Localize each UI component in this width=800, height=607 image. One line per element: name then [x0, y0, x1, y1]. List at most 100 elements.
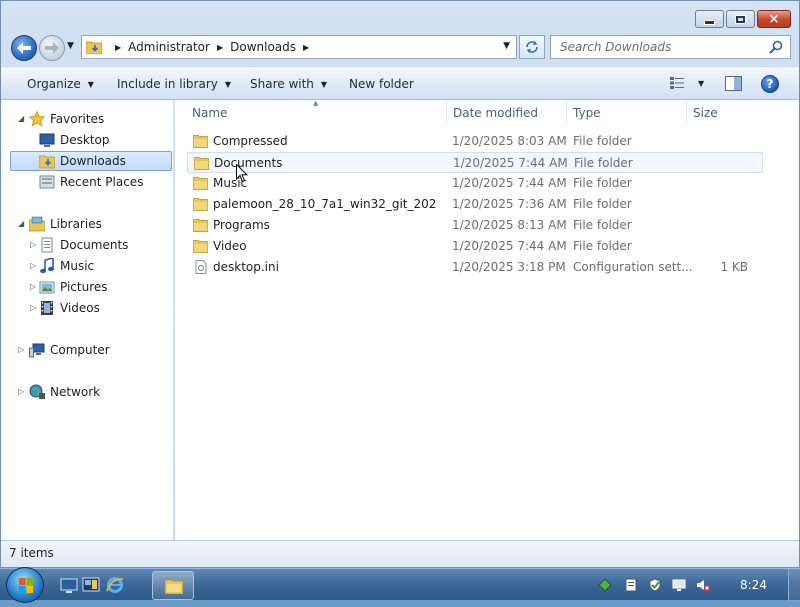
forward-button[interactable]: [39, 35, 65, 61]
file-row[interactable]: Documents 1/20/2025 7:44 AM File folder: [187, 152, 763, 173]
expand-arrow-icon[interactable]: ▷: [18, 345, 24, 354]
volume-muted-icon[interactable]: [696, 578, 710, 592]
recent-places-icon: [39, 175, 55, 189]
include-in-library-label: Include in library: [117, 77, 218, 91]
search-input[interactable]: [558, 39, 758, 55]
file-row[interactable]: Music 1/20/2025 7:44 AM File folder: [187, 173, 763, 194]
file-date-modified: 1/20/2025 8:03 AM: [452, 134, 567, 148]
nav-item-pictures[interactable]: Pictures: [39, 277, 108, 297]
file-type: File folder: [573, 239, 632, 253]
breadcrumb-downloads[interactable]: Downloads: [230, 40, 296, 54]
column-header-type[interactable]: Type: [573, 106, 601, 120]
maximize-icon: [735, 14, 746, 24]
taskbar-explorer-window[interactable]: [152, 571, 194, 600]
column-divider[interactable]: [566, 102, 567, 124]
file-date-modified: 1/20/2025 7:44 AM: [452, 239, 567, 253]
nav-libraries-label: Libraries: [50, 217, 102, 231]
expand-arrow-icon[interactable]: ▷: [30, 282, 36, 291]
display-tray-icon[interactable]: [672, 578, 686, 592]
nav-item-music[interactable]: Music: [39, 256, 94, 276]
nav-network[interactable]: Network: [29, 382, 100, 402]
share-with-button[interactable]: Share with ▼: [250, 77, 327, 91]
windows-logo-icon: [19, 578, 33, 593]
collapse-arrow-icon[interactable]: ◢: [18, 114, 24, 123]
nav-item-documents[interactable]: Documents: [39, 235, 128, 255]
help-button[interactable]: ?: [761, 75, 779, 93]
computer-icon: [29, 343, 45, 358]
recent-pages-dropdown[interactable]: ▼: [67, 41, 74, 51]
file-type: File folder: [573, 197, 632, 211]
breadcrumb-separator-icon[interactable]: ▶: [303, 43, 309, 52]
file-date-modified: 1/20/2025 7:44 AM: [452, 176, 567, 190]
nav-item-videos[interactable]: Videos: [39, 298, 100, 318]
minimize-icon: [704, 19, 715, 25]
close-button[interactable]: ×: [757, 10, 791, 28]
search-box[interactable]: [550, 35, 791, 59]
nav-item-label: Recent Places: [60, 175, 144, 189]
document-tray-icon[interactable]: [624, 578, 638, 592]
nav-item-recent-places[interactable]: Recent Places: [39, 172, 143, 192]
file-row[interactable]: Compressed 1/20/2025 8:03 AM File folder: [187, 131, 763, 152]
internet-explorer-icon[interactable]: [106, 576, 124, 594]
refresh-button[interactable]: [519, 35, 545, 59]
security-tray-icon[interactable]: [648, 578, 662, 592]
nav-item-desktop[interactable]: Desktop: [39, 130, 110, 150]
column-header-date-modified[interactable]: Date modified: [453, 106, 538, 120]
nav-libraries[interactable]: Libraries: [29, 214, 102, 234]
show-desktop-icon[interactable]: [60, 576, 78, 594]
sort-ascending-icon: ▲: [313, 99, 319, 107]
breadcrumb-separator-icon[interactable]: ▶: [115, 43, 121, 52]
share-with-label: Share with: [250, 77, 314, 91]
file-row[interactable]: palemoon_28_10_7a1_win32_git_202 1/20/202…: [187, 194, 763, 215]
column-divider[interactable]: [686, 102, 687, 124]
address-bar[interactable]: ▶ Administrator ▶ Downloads ▶ ▼: [81, 35, 517, 59]
folder-icon: [193, 219, 208, 232]
expand-arrow-icon[interactable]: ▷: [18, 387, 24, 396]
taskbar-clock[interactable]: 8:24: [740, 578, 767, 592]
preview-pane-button[interactable]: [725, 76, 742, 94]
navigation-pane: ◢ Favorites Desktop Downloads Recent Pla…: [1, 100, 174, 540]
collapse-arrow-icon[interactable]: ◢: [18, 219, 24, 228]
new-folder-button[interactable]: New folder: [349, 77, 414, 91]
network-icon: [29, 384, 45, 399]
search-icon[interactable]: [769, 40, 783, 54]
mouse-cursor-icon: [236, 164, 248, 183]
column-divider[interactable]: [446, 102, 447, 124]
file-row[interactable]: Programs 1/20/2025 8:13 AM File folder: [187, 215, 763, 236]
maximize-button[interactable]: [726, 10, 755, 28]
file-name: desktop.ini: [213, 260, 279, 274]
nav-favorites[interactable]: Favorites: [29, 109, 104, 129]
nav-computer[interactable]: Computer: [29, 340, 110, 360]
minimize-button[interactable]: [695, 10, 724, 28]
file-row[interactable]: Video 1/20/2025 7:44 AM File folder: [187, 236, 763, 257]
file-row[interactable]: desktop.ini 1/20/2025 3:18 PM Configuratio…: [187, 257, 763, 278]
network-tray-icon[interactable]: [598, 578, 612, 592]
file-type: File folder: [574, 156, 633, 170]
expand-arrow-icon[interactable]: ▷: [30, 261, 36, 270]
chevron-down-icon[interactable]: ▼: [698, 79, 704, 88]
folder-icon: [193, 177, 208, 190]
address-dropdown-icon[interactable]: ▼: [503, 41, 510, 51]
organize-button[interactable]: Organize ▼: [27, 77, 94, 91]
file-date-modified: 1/20/2025 7:44 AM: [453, 156, 568, 170]
include-in-library-button[interactable]: Include in library ▼: [117, 77, 231, 91]
nav-item-downloads[interactable]: Downloads: [10, 151, 172, 171]
back-button[interactable]: [11, 35, 37, 61]
breadcrumb-administrator[interactable]: Administrator: [128, 40, 210, 54]
explorer-pinned-icon[interactable]: [82, 576, 100, 594]
column-header-size[interactable]: Size: [693, 106, 718, 120]
show-desktop-button[interactable]: [788, 569, 800, 601]
taskbar: 8:24: [0, 567, 800, 603]
breadcrumb-separator-icon[interactable]: ▶: [217, 43, 223, 52]
file-name: Documents: [214, 156, 283, 170]
expand-arrow-icon[interactable]: ▷: [30, 303, 36, 312]
start-button[interactable]: [6, 567, 44, 603]
chevron-down-icon: ▼: [224, 79, 232, 89]
expand-arrow-icon[interactable]: ▷: [30, 240, 36, 249]
change-view-button[interactable]: ▼: [669, 76, 704, 90]
column-header-name[interactable]: Name: [192, 106, 227, 120]
desktop-icon: [39, 133, 55, 147]
file-type: File folder: [573, 218, 632, 232]
folder-icon: [193, 135, 208, 148]
help-icon: ?: [766, 77, 774, 91]
